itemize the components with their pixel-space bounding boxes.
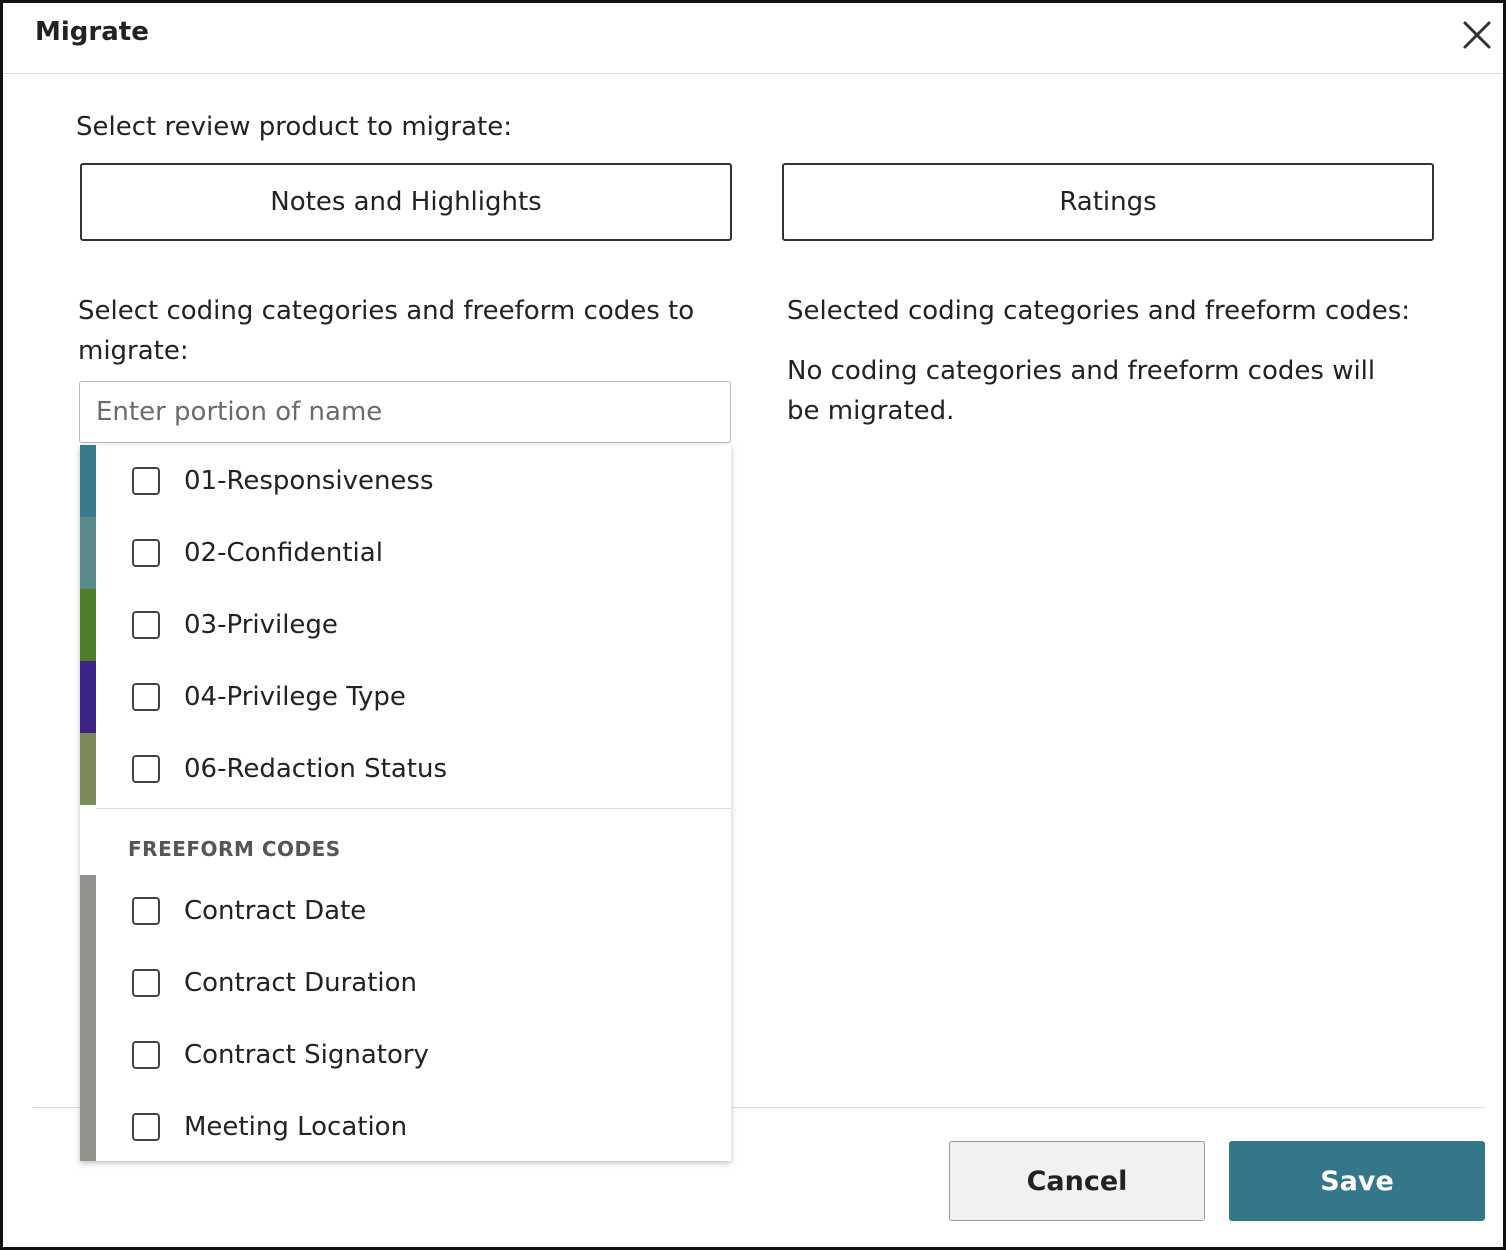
option-label: Meeting Location (184, 1112, 408, 1142)
freeform-code-option[interactable]: Contract Date (80, 875, 731, 947)
option-label: 03-Privilege (184, 610, 338, 640)
option-label: 01-Responsiveness (184, 466, 434, 496)
category-dropdown-list: 01-Responsiveness 02-Confidential 03-Pri… (80, 445, 731, 1161)
category-color-bar (80, 589, 96, 661)
option-label: 06-Redaction Status (184, 754, 448, 784)
option-label: Contract Duration (184, 968, 418, 998)
coding-category-option[interactable]: 06-Redaction Status (80, 733, 731, 805)
coding-category-option[interactable]: 02-Confidential (80, 517, 731, 589)
ratings-button[interactable]: Ratings (782, 163, 1434, 241)
checkbox[interactable] (132, 755, 160, 783)
checkbox[interactable] (132, 683, 160, 711)
option-label: 02-Confidential (184, 538, 383, 568)
freeform-code-option[interactable]: Contract Signatory (80, 1019, 731, 1091)
coding-category-option[interactable]: 04-Privilege Type (80, 661, 731, 733)
option-label: Contract Signatory (184, 1040, 429, 1070)
selected-empty-message: No coding categories and freeform codes … (787, 356, 1376, 426)
notes-and-highlights-button[interactable]: Notes and Highlights (80, 163, 732, 241)
freeform-codes-heading: FREEFORM CODES (128, 837, 341, 861)
section-divider (96, 808, 731, 809)
dialog-title: Migrate (35, 17, 149, 47)
coding-category-option[interactable]: 03-Privilege (80, 589, 731, 661)
categories-select-label: Select coding categories and freeform co… (78, 296, 695, 366)
freeform-color-bar (80, 1019, 96, 1091)
option-label: 04-Privilege Type (184, 682, 406, 712)
category-color-bar (80, 517, 96, 589)
freeform-color-bar (80, 1091, 96, 1161)
checkbox[interactable] (132, 539, 160, 567)
close-button[interactable] (1455, 13, 1499, 57)
freeform-color-bar (80, 875, 96, 947)
checkbox[interactable] (132, 467, 160, 495)
category-search-input[interactable] (79, 381, 731, 443)
close-icon (1463, 21, 1491, 49)
product-select-label: Select review product to migrate: (76, 112, 512, 142)
dialog-header: Migrate (3, 3, 1503, 74)
category-color-bar (80, 445, 96, 517)
coding-category-option[interactable]: 01-Responsiveness (80, 445, 731, 517)
checkbox[interactable] (132, 897, 160, 925)
cancel-button[interactable]: Cancel (949, 1141, 1205, 1221)
save-button[interactable]: Save (1229, 1141, 1485, 1221)
freeform-code-option[interactable]: Contract Duration (80, 947, 731, 1019)
selected-categories-label: Selected coding categories and freeform … (787, 296, 1411, 326)
checkbox[interactable] (132, 1113, 160, 1141)
checkbox[interactable] (132, 1041, 160, 1069)
migrate-dialog: Migrate Select review product to migrate… (0, 0, 1506, 1250)
freeform-color-bar (80, 947, 96, 1019)
checkbox[interactable] (132, 969, 160, 997)
option-label: Contract Date (184, 896, 367, 926)
category-color-bar (80, 733, 96, 805)
freeform-code-option[interactable]: Meeting Location (80, 1091, 731, 1161)
category-color-bar (80, 661, 96, 733)
checkbox[interactable] (132, 611, 160, 639)
